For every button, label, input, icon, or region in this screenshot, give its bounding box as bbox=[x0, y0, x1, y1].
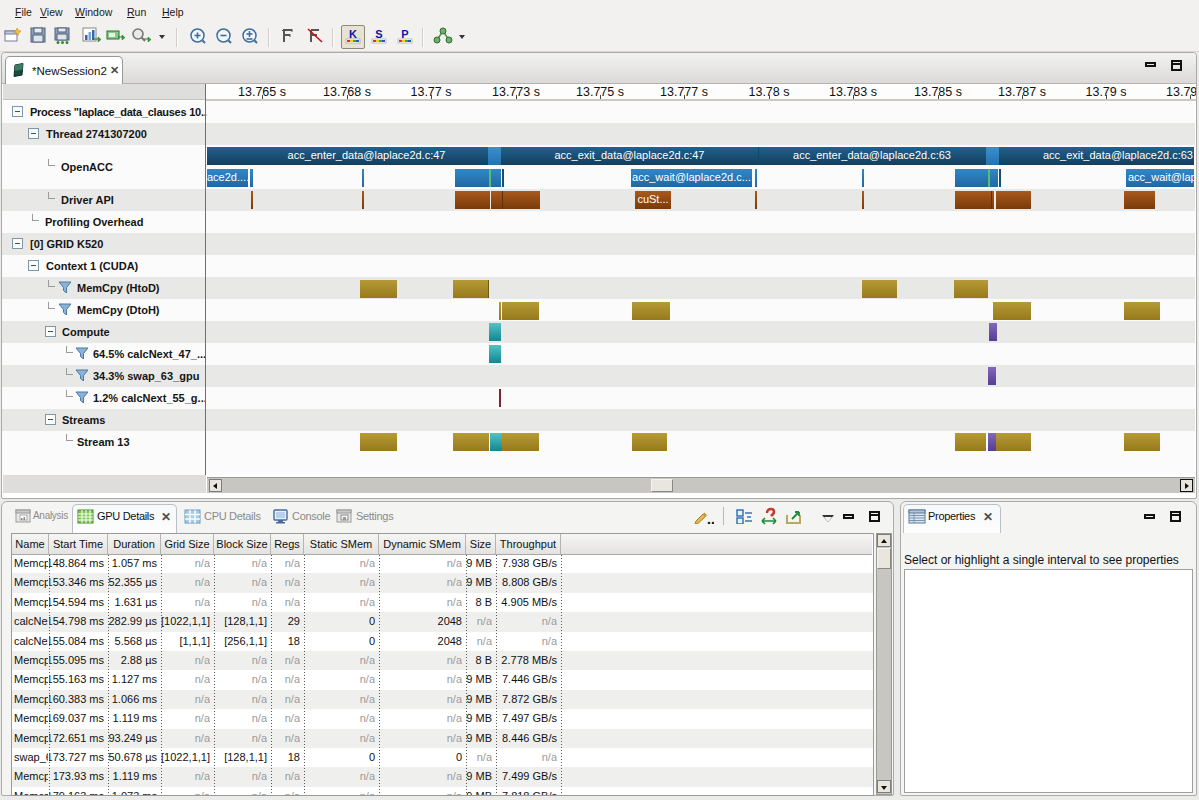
svg-text:P: P bbox=[401, 28, 408, 40]
svg-text:K: K bbox=[349, 28, 357, 40]
svg-text:S: S bbox=[375, 28, 382, 40]
